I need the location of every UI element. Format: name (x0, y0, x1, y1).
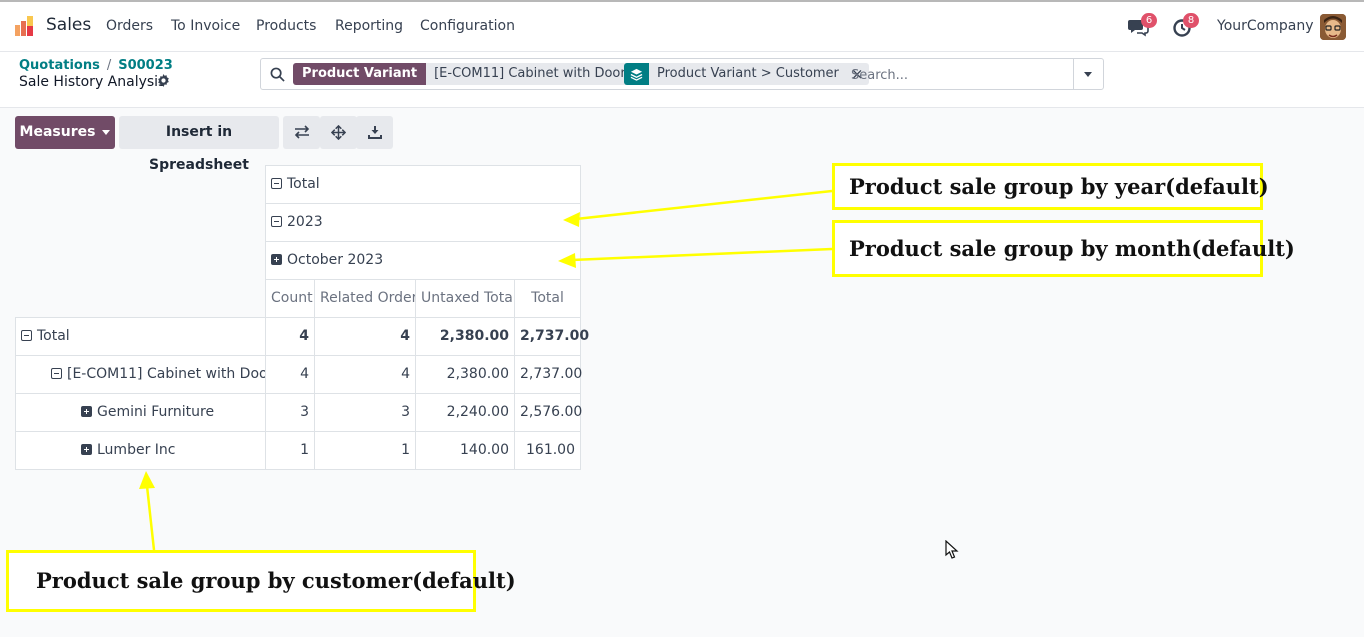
menu-configuration[interactable]: Configuration (420, 18, 515, 34)
cell-untaxed-total[interactable]: 2,380.00 (415, 317, 515, 356)
header-label: October 2023 (287, 252, 384, 268)
top-navbar: Sales Orders To Invoice Products Reporti… (0, 0, 1364, 52)
expand-all-button[interactable] (320, 116, 357, 149)
col-header-total[interactable]: Total (265, 165, 581, 204)
cell-total[interactable]: 161.00 (514, 431, 581, 470)
row-header-gemini-furniture[interactable]: Gemini Furniture (15, 393, 266, 432)
cell-total[interactable]: 2,737.00 (514, 355, 582, 394)
search-input[interactable] (851, 64, 1071, 86)
expand-icon (81, 444, 92, 455)
header-label: 2023 (287, 214, 323, 230)
row-label: [E-COM11] Cabinet with Doors (67, 366, 281, 382)
cell-count[interactable]: 3 (265, 393, 315, 432)
download-button[interactable] (356, 116, 393, 149)
search-icon[interactable] (270, 67, 285, 82)
caret-down-icon (1084, 72, 1092, 77)
expand-all-icon (330, 124, 347, 141)
company-switcher[interactable]: YourCompany (1217, 18, 1314, 34)
measure-header-untaxed-total[interactable]: Untaxed Total (415, 279, 517, 318)
menu-orders[interactable]: Orders (106, 18, 153, 34)
cell-total[interactable]: 2,576.00 (514, 393, 582, 432)
collapse-icon (51, 368, 62, 379)
cell-total[interactable]: 2,737.00 (514, 317, 589, 356)
breadcrumb-separator: / (106, 58, 112, 73)
annotation-month: Product sale group by month(default) (832, 220, 1295, 277)
cell-related-order[interactable]: 4 (314, 355, 416, 394)
mouse-cursor-icon (945, 540, 959, 559)
collapse-icon (21, 330, 32, 341)
messages-badge: 6 (1141, 13, 1157, 28)
annotation-customer: Product sale group by customer(default) (6, 550, 516, 612)
measure-header-related-order[interactable]: Related Order (314, 279, 417, 318)
facet-value: [E-COM11] Cabinet with Doors (434, 66, 633, 81)
page-title: Sale History Analysis (19, 74, 166, 90)
measures-label: Measures (19, 124, 96, 140)
insert-in-spreadsheet-button[interactable]: Insert in Spreadsheet (119, 116, 279, 173)
collapse-icon (271, 216, 282, 227)
menu-reporting[interactable]: Reporting (335, 18, 403, 34)
activities-badge: 8 (1183, 13, 1199, 28)
cell-related-order[interactable]: 3 (314, 393, 416, 432)
caret-down-icon (102, 129, 111, 135)
cell-related-order[interactable]: 1 (314, 431, 416, 470)
breadcrumb-quotations[interactable]: Quotations (19, 58, 100, 73)
gear-icon[interactable] (157, 74, 170, 87)
download-icon (367, 126, 382, 139)
cell-untaxed-total[interactable]: 140.00 (415, 431, 515, 470)
expand-icon (81, 406, 92, 417)
expand-icon (271, 254, 282, 265)
annotation-year: Product sale group by year(default) (832, 163, 1269, 210)
row-label: Total (37, 328, 70, 344)
flip-axis-button[interactable] (283, 116, 320, 149)
layers-icon (624, 63, 649, 85)
cell-untaxed-total[interactable]: 2,380.00 (415, 355, 515, 394)
search-options-toggle[interactable] (1073, 59, 1103, 89)
header-label: Total (287, 176, 320, 192)
groupby-facet: Product Variant > Customer × (624, 63, 870, 85)
cell-count[interactable]: 4 (265, 355, 315, 394)
col-header-month[interactable]: October 2023 (265, 241, 581, 280)
cell-related-order[interactable]: 4 (314, 317, 416, 356)
measure-header-count[interactable]: Count (265, 279, 315, 318)
row-label: Lumber Inc (97, 442, 176, 458)
measures-button[interactable]: Measures (15, 116, 115, 149)
cell-untaxed-total[interactable]: 2,240.00 (415, 393, 515, 432)
row-header-total[interactable]: Total (15, 317, 266, 356)
user-avatar[interactable] (1320, 14, 1346, 40)
breadcrumb-order[interactable]: S00023 (118, 58, 173, 73)
col-header-year[interactable]: 2023 (265, 203, 581, 242)
row-label: Gemini Furniture (97, 404, 215, 420)
measure-header-total[interactable]: Total (514, 279, 581, 318)
cell-count[interactable]: 1 (265, 431, 315, 470)
flip-axis-icon (294, 125, 309, 139)
menu-to-invoice[interactable]: To Invoice (171, 18, 240, 34)
sales-app-icon[interactable] (14, 15, 36, 37)
control-panel: Quotations / S00023 Sale History Analysis … (0, 52, 1364, 108)
row-header-lumber-inc[interactable]: Lumber Inc (15, 431, 266, 470)
facet-head: Product Variant (293, 63, 427, 85)
collapse-icon (271, 178, 282, 189)
app-name[interactable]: Sales (46, 15, 91, 35)
menu-products[interactable]: Products (256, 18, 316, 34)
row-header-product[interactable]: [E-COM11] Cabinet with Doors (15, 355, 281, 394)
search-bar: Product Variant [E-COM11] Cabinet with D… (260, 58, 1104, 90)
cell-count[interactable]: 4 (265, 317, 315, 356)
breadcrumb: Quotations / S00023 (19, 58, 173, 73)
facet-value: Product Variant > Customer (657, 66, 839, 81)
filter-facet-product-variant: Product Variant [E-COM11] Cabinet with D… (293, 63, 664, 85)
